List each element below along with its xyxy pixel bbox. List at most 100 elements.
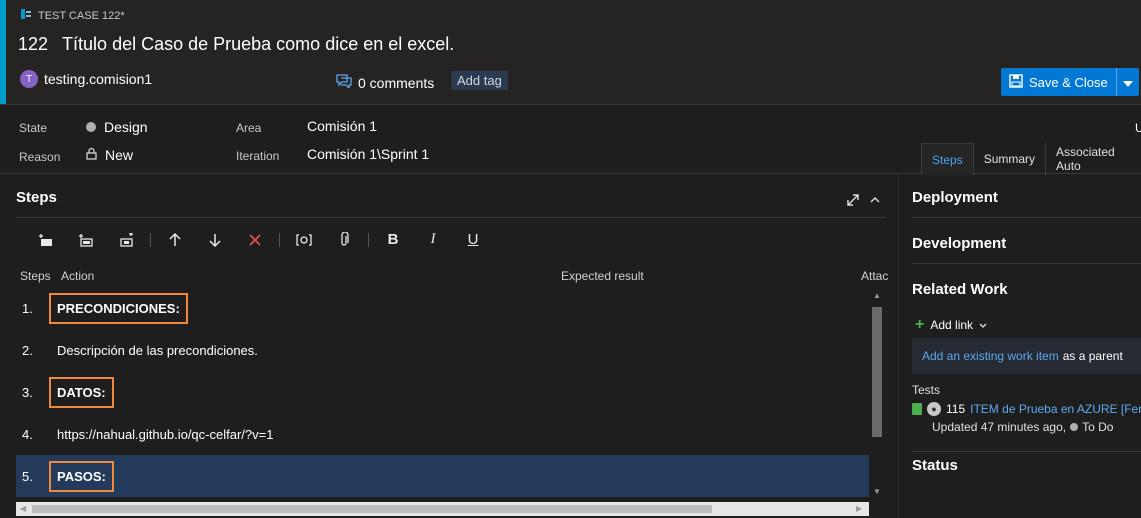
save-close-main[interactable]: Save & Close <box>1001 68 1117 96</box>
italic-icon[interactable]: I <box>413 226 453 254</box>
toolbar-divider <box>368 232 369 247</box>
work-item-header: TEST CASE 122* 122 Título del Caso de Pr… <box>0 0 1141 104</box>
scroll-right-icon[interactable]: ▶ <box>856 504 862 513</box>
save-icon <box>1009 73 1023 91</box>
add-link-button[interactable]: + Add link <box>915 316 987 334</box>
horizontal-scroll-thumb[interactable] <box>32 505 712 513</box>
step-action[interactable]: DATOS: <box>49 376 114 408</box>
iteration-label: Iteration <box>236 149 280 163</box>
deployment-title: Deployment <box>912 189 998 206</box>
collapse-icon[interactable] <box>870 193 880 210</box>
step-action[interactable]: Descripción de las precondiciones. <box>57 343 258 358</box>
assignee-avatar-icon: ● <box>927 402 941 416</box>
step-action[interactable]: PASOS: <box>49 460 114 492</box>
underline-icon[interactable]: U <box>453 226 493 254</box>
bold-icon[interactable]: B <box>373 226 413 254</box>
test-item-icon <box>912 403 922 415</box>
scroll-left-icon[interactable]: ◀ <box>20 504 26 513</box>
step-action[interactable]: PRECONDICIONES: <box>49 292 188 324</box>
chevron-down-icon <box>979 318 987 332</box>
work-item-title[interactable]: Título del Caso de Prueba como dice en e… <box>62 34 454 55</box>
steps-column-headers: Steps Action Expected result Attac <box>20 269 888 285</box>
linked-test-id: 115 <box>946 402 966 416</box>
horizontal-scrollbar[interactable]: ◀ ▶ <box>16 502 869 516</box>
comments-link[interactable]: 0 comments <box>336 74 434 91</box>
col-action[interactable]: Action <box>61 269 94 283</box>
status-title: Status <box>912 457 958 474</box>
col-expected-result[interactable]: Expected result <box>561 269 644 283</box>
table-row[interactable]: 4. https://nahual.github.io/qc-celfar/?v… <box>16 413 869 455</box>
reason-field[interactable]: New <box>86 147 133 163</box>
toolbar-divider <box>279 232 280 247</box>
step-number: 3. <box>22 384 33 400</box>
tab-summary[interactable]: Summary <box>972 143 1045 175</box>
add-tag-button[interactable]: Add tag <box>451 71 508 90</box>
plus-icon: + <box>915 316 925 333</box>
insert-shared-steps-icon[interactable] <box>66 226 106 254</box>
insert-parameter-icon[interactable] <box>284 226 324 254</box>
steps-title: Steps <box>16 189 57 206</box>
step-number: 1. <box>22 300 33 316</box>
assigned-user[interactable]: T testing.comision1 <box>20 70 152 88</box>
work-item-id: 122 <box>18 34 49 54</box>
table-row[interactable]: 1. PRECONDICIONES: <box>16 287 869 329</box>
table-row[interactable]: 5. PASOS: <box>16 455 869 497</box>
work-item-meta: T testing.comision1 0 comments Add tag S… <box>20 68 1140 96</box>
scroll-down-icon[interactable]: ▼ <box>873 487 881 496</box>
toolbar-divider <box>150 232 151 247</box>
reason-label: Reason <box>19 150 61 164</box>
state-value: Design <box>104 119 148 135</box>
steps-panel: Steps B I U Steps Action Expected result… <box>0 175 898 518</box>
save-close-button[interactable]: Save & Close <box>1001 68 1139 96</box>
related-work-title: Related Work <box>912 281 1008 298</box>
development-title: Development <box>912 235 1007 252</box>
vertical-scrollbar[interactable]: ▲ ▼ <box>869 289 885 499</box>
create-shared-steps-icon[interactable] <box>106 226 146 254</box>
area-field[interactable]: Comisión 1 <box>307 118 377 134</box>
work-item-type: TEST CASE 122* <box>20 8 125 23</box>
state-dot-icon <box>86 122 96 132</box>
divider <box>912 217 1141 218</box>
iteration-field[interactable]: Comisión 1\Sprint 1 <box>307 146 429 162</box>
add-link-label: Add link <box>930 318 974 332</box>
add-existing-work-item: Add an existing work item as a parent <box>912 338 1141 374</box>
steps-toolbar: B I U <box>16 217 886 261</box>
work-item-title-row[interactable]: 122 Título del Caso de Prueba como dice … <box>18 34 454 55</box>
linked-test-item[interactable]: ● 115 ITEM de Prueba en AZURE [Fern Upda… <box>912 402 1141 434</box>
state-field[interactable]: Design <box>86 119 148 135</box>
test-case-icon <box>20 8 32 23</box>
comments-count: 0 comments <box>358 74 435 91</box>
col-steps[interactable]: Steps <box>20 269 51 283</box>
add-existing-link[interactable]: Add an existing work item <box>922 349 1059 363</box>
lock-icon <box>86 147 97 163</box>
state-dot-icon <box>1070 423 1079 431</box>
area-label: Area <box>236 121 262 135</box>
divider <box>912 263 1141 264</box>
delete-step-icon[interactable] <box>235 226 275 254</box>
tab-associated-automation[interactable]: Associated Auto <box>1045 143 1141 175</box>
save-dropdown-button[interactable] <box>1117 68 1139 96</box>
step-number: 5. <box>22 468 33 484</box>
avatar: T <box>20 70 38 88</box>
step-action[interactable]: https://nahual.github.io/qc-celfar/?v=1 <box>57 427 273 442</box>
expand-icon[interactable] <box>846 193 860 210</box>
vertical-scroll-thumb[interactable] <box>872 307 882 437</box>
state-label: State <box>19 121 48 135</box>
right-sidebar: Deployment Development Related Work + Ad… <box>898 175 1141 518</box>
attachment-icon[interactable] <box>324 226 364 254</box>
chevron-down-icon <box>1122 75 1133 90</box>
linked-test-title[interactable]: ITEM de Prueba en AZURE [Fern <box>970 402 1141 416</box>
save-close-label: Save & Close <box>1029 74 1108 90</box>
step-number: 4. <box>22 426 33 442</box>
scroll-up-icon[interactable]: ▲ <box>873 291 881 300</box>
insert-step-icon[interactable] <box>26 226 66 254</box>
steps-panel-controls <box>846 193 880 210</box>
move-down-icon[interactable] <box>195 226 235 254</box>
table-row[interactable]: 3. DATOS: <box>16 371 869 413</box>
table-row[interactable]: 2. Descripción de las precondiciones. <box>16 329 869 371</box>
col-attachments[interactable]: Attac <box>861 269 888 283</box>
move-up-icon[interactable] <box>155 226 195 254</box>
tab-steps[interactable]: Steps <box>921 143 973 175</box>
add-existing-suffix: as a parent <box>1062 349 1123 363</box>
comment-icon <box>336 74 352 91</box>
